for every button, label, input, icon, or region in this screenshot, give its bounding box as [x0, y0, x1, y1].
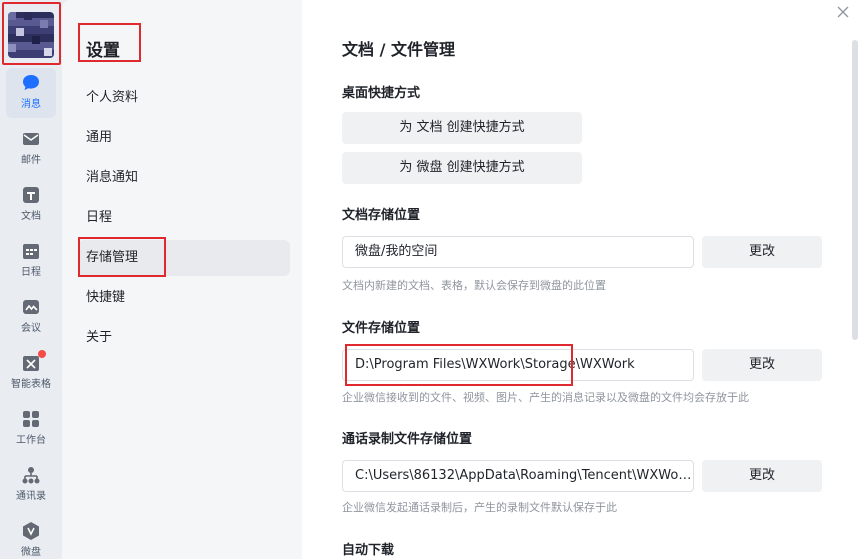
- close-icon[interactable]: [836, 5, 850, 19]
- settings-title-highlight-frame: [78, 23, 141, 62]
- desktop-shortcut-title: 桌面快捷方式: [342, 86, 421, 101]
- rail-item-mail[interactable]: 邮件: [6, 124, 56, 174]
- page-title: 文档 / 文件管理: [342, 40, 455, 59]
- file-storage-title: 文件存储位置: [342, 321, 421, 336]
- menu-item-about[interactable]: 关于: [78, 320, 290, 356]
- create-drive-shortcut-button[interactable]: 为 微盘 创建快捷方式: [342, 152, 582, 184]
- auto-download-title: 自动下载: [342, 543, 395, 558]
- call-storage-hint: 企业微信发起通话录制后，产生的录制文件默认保存于此: [342, 501, 617, 514]
- create-doc-shortcut-button[interactable]: 为 文档 创建快捷方式: [342, 112, 582, 144]
- rail-item-smart-sheet[interactable]: 智能表格: [6, 348, 56, 398]
- meeting-icon: [23, 300, 39, 314]
- contacts-icon: [22, 467, 40, 484]
- rail-item-meeting[interactable]: 会议: [6, 292, 56, 342]
- notification-badge: [38, 350, 46, 358]
- rail-item-contacts[interactable]: 通讯录: [6, 460, 56, 510]
- app-rail: 消息 邮件 文档 日程 会议 智能表格 工作台 通讯录 微盘: [0, 0, 62, 559]
- call-storage-path-field[interactable]: C:\Users\86132\AppData\Roaming\Tencent\W…: [342, 460, 694, 492]
- workbench-icon: [23, 411, 39, 427]
- scrollbar-thumb[interactable]: [852, 40, 858, 340]
- storage-menu-highlight-frame: [78, 237, 166, 277]
- doc-icon: [23, 187, 39, 203]
- rail-item-messages[interactable]: 消息: [6, 68, 56, 118]
- calendar-icon: [23, 244, 39, 259]
- call-storage-title: 通话录制文件存储位置: [342, 432, 473, 447]
- doc-storage-title: 文档存储位置: [342, 208, 421, 223]
- settings-menu-panel: 设置 个人资料 通用 消息通知 日程 存储管理 快捷键 关于: [62, 0, 302, 559]
- mail-icon: [23, 133, 39, 145]
- menu-item-schedule[interactable]: 日程: [78, 200, 290, 236]
- rail-item-workbench[interactable]: 工作台: [6, 404, 56, 454]
- doc-storage-hint: 文档内新建的文档、表格，默认会保存到微盘的此位置: [342, 279, 606, 292]
- avatar-highlight-frame: [2, 2, 61, 65]
- rail-item-docs[interactable]: 文档: [6, 180, 56, 230]
- menu-item-profile[interactable]: 个人资料: [78, 80, 290, 116]
- rail-item-calendar[interactable]: 日程: [6, 236, 56, 286]
- drive-icon: [23, 522, 39, 540]
- chat-bubble-icon: [23, 75, 39, 90]
- file-path-highlight-frame: [345, 344, 573, 386]
- settings-content: 文档 / 文件管理 桌面快捷方式 为 文档 创建快捷方式 为 微盘 创建快捷方式…: [302, 0, 862, 559]
- menu-item-shortcuts[interactable]: 快捷键: [78, 280, 290, 316]
- menu-item-notifications[interactable]: 消息通知: [78, 160, 290, 196]
- file-storage-change-button[interactable]: 更改: [702, 349, 822, 381]
- rail-item-drive[interactable]: 微盘: [6, 516, 56, 559]
- call-storage-change-button[interactable]: 更改: [702, 460, 822, 492]
- doc-storage-change-button[interactable]: 更改: [702, 236, 822, 268]
- doc-storage-path-field[interactable]: 微盘/我的空间: [342, 236, 694, 268]
- menu-item-general[interactable]: 通用: [78, 120, 290, 156]
- file-storage-hint: 企业微信接收到的文件、视频、图片、产生的消息记录以及微盘的文件均会存放于此: [342, 391, 749, 404]
- app-window: 消息 邮件 文档 日程 会议 智能表格 工作台 通讯录 微盘 设置 个人资料 通…: [0, 0, 862, 559]
